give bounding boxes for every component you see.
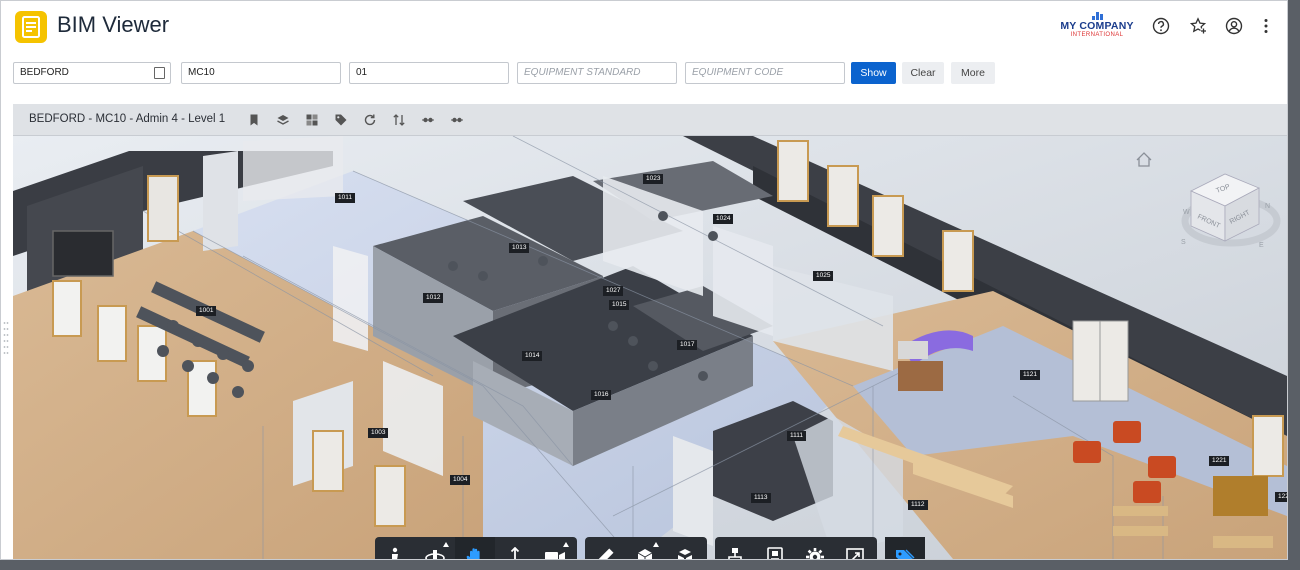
app-logo-icon	[15, 11, 47, 43]
building-field[interactable]: MC10	[181, 62, 341, 84]
room-tag[interactable]: 1113	[751, 493, 771, 503]
room-tag[interactable]: 1025	[813, 271, 834, 281]
bookmark-icon[interactable]	[247, 113, 261, 127]
room-tag[interactable]: 1013	[509, 243, 530, 253]
room-tag[interactable]: 1016	[591, 390, 612, 400]
room-tag[interactable]: 1014	[522, 351, 543, 361]
fullscreen-icon[interactable]	[835, 537, 875, 559]
properties-icon[interactable]	[755, 537, 795, 559]
help-icon[interactable]	[1150, 15, 1172, 37]
room-tag[interactable]: 1001	[196, 306, 217, 316]
more-vertical-icon[interactable]	[1255, 15, 1277, 37]
company-subtitle: INTERNATIONAL	[1070, 32, 1124, 38]
room-tag[interactable]: 122	[1275, 492, 1287, 502]
floor-plan-3d[interactable]: TOP FRONT RIGHT W S N E	[13, 136, 1287, 559]
pan-icon[interactable]	[455, 537, 495, 559]
navigation-toolbar	[375, 537, 577, 559]
room-tag[interactable]: 1003	[368, 428, 389, 438]
room-tag[interactable]: 1024	[713, 214, 734, 224]
room-tag[interactable]: 1012	[423, 293, 444, 303]
refresh-icon[interactable]	[363, 113, 377, 127]
settings-icon[interactable]	[795, 537, 835, 559]
site-picker-icon[interactable]	[154, 67, 165, 79]
room-tag[interactable]: 1017	[677, 340, 698, 350]
room-tag[interactable]: 1004	[450, 475, 471, 485]
sort-icon[interactable]	[392, 113, 406, 127]
room-tag[interactable]: 1221	[1209, 456, 1230, 466]
site-field-value: BEDFORD	[20, 67, 69, 78]
favorites-icon[interactable]	[1187, 15, 1209, 37]
room-tag[interactable]: 1023	[643, 174, 664, 184]
level-field[interactable]: 01	[349, 62, 509, 84]
viewer-title: BEDFORD - MC10 - Admin 4 - Level 1	[29, 113, 226, 125]
clear-button[interactable]: Clear	[902, 62, 944, 84]
compass-n-label: N	[1265, 203, 1270, 210]
room-tag[interactable]: 1111	[787, 431, 807, 441]
level-field-value: 01	[356, 67, 368, 78]
building-field-value: MC10	[188, 67, 215, 78]
equipment-standard-field[interactable]: EQUIPMENT STANDARD	[517, 62, 677, 84]
measure-icon[interactable]	[585, 537, 625, 559]
more-button[interactable]: More	[951, 62, 995, 84]
camera-icon[interactable]	[535, 537, 575, 559]
nav-right-icon[interactable]	[450, 113, 464, 127]
bim-viewer[interactable]: BEDFORD - MC10 - Admin 4 - Level 1 TOP F…	[13, 104, 1287, 559]
show-button[interactable]: Show	[851, 62, 896, 84]
app-title: BIM Viewer	[57, 12, 170, 37]
explode-icon[interactable]	[665, 537, 705, 559]
compass-e-label: E	[1259, 242, 1264, 249]
equipment-standard-placeholder: EQUIPMENT STANDARD	[524, 67, 641, 78]
resize-grip-icon[interactable]	[3, 319, 9, 363]
viewer-header: BEDFORD - MC10 - Admin 4 - Level 1	[13, 104, 1287, 136]
walk-icon[interactable]	[375, 537, 415, 559]
model-toolbar	[715, 537, 877, 559]
layers-icon[interactable]	[276, 113, 290, 127]
nav-left-icon[interactable]	[421, 113, 435, 127]
room-tag[interactable]: 1015	[609, 300, 630, 310]
company-logo: MY COMPANY INTERNATIONAL	[1059, 12, 1135, 40]
tags-icon[interactable]	[885, 537, 925, 559]
room-tag[interactable]: 1027	[603, 286, 624, 296]
section-icon[interactable]	[625, 537, 665, 559]
compass-s-label: S	[1181, 239, 1186, 246]
zoom-icon[interactable]	[495, 537, 535, 559]
grid-icon[interactable]	[305, 113, 319, 127]
equipment-code-placeholder: EQUIPMENT CODE	[692, 67, 784, 78]
model-canvas[interactable]: TOP FRONT RIGHT W S N E 1011 1023 1024 1…	[13, 136, 1287, 559]
user-icon[interactable]	[1223, 15, 1245, 37]
room-tag[interactable]: 1121	[1020, 370, 1040, 380]
compass-w-label: W	[1183, 209, 1190, 216]
tag-icon[interactable]	[334, 113, 348, 127]
room-tag[interactable]: 1112	[908, 500, 928, 510]
orbit-icon[interactable]	[415, 537, 455, 559]
tags-toolbar	[885, 537, 925, 559]
model-browser-icon[interactable]	[715, 537, 755, 559]
room-tag[interactable]: 1011	[335, 193, 355, 203]
company-name: MY COMPANY	[1060, 20, 1134, 32]
app-window: BIM Viewer MY COMPANY INTERNATIONAL BEDF…	[0, 0, 1288, 560]
tools-toolbar	[585, 537, 707, 559]
app-header: BIM Viewer MY COMPANY INTERNATIONAL	[1, 1, 1287, 53]
site-field[interactable]: BEDFORD	[13, 62, 171, 84]
equipment-code-field[interactable]: EQUIPMENT CODE	[685, 62, 845, 84]
